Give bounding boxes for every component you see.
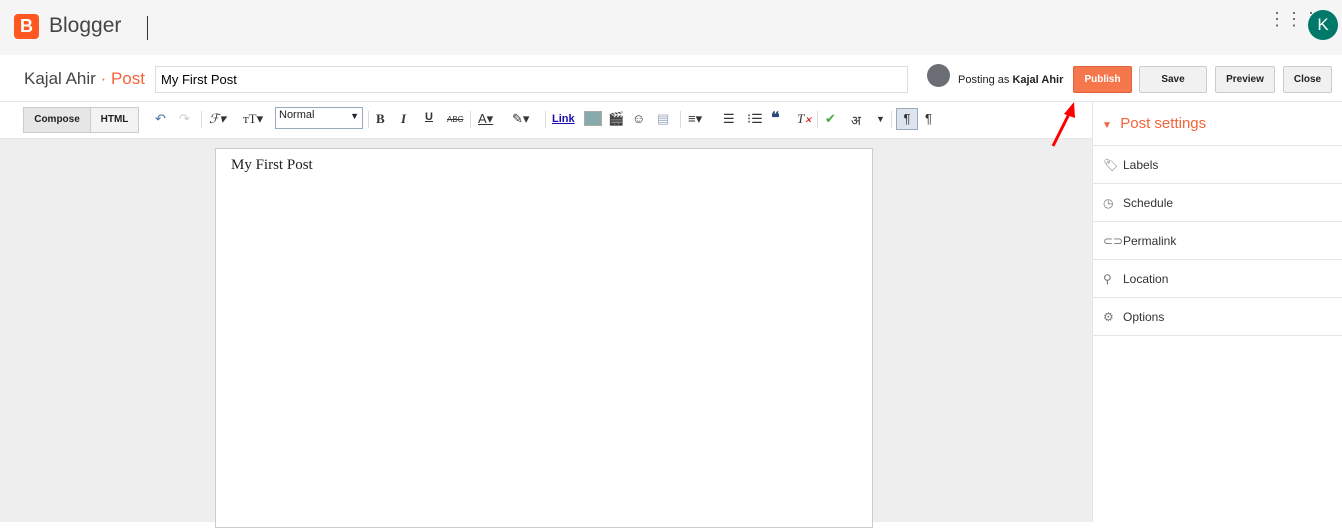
- quote-icon[interactable]: ❝: [771, 108, 780, 128]
- breadcrumb-separator: ·: [100, 69, 107, 88]
- ltr-icon[interactable]: ¶: [896, 108, 918, 130]
- format-value: Normal: [279, 109, 315, 121]
- sidebar-item-labels[interactable]: 🏷 Labels: [1093, 146, 1342, 184]
- blogger-logo-icon[interactable]: B: [14, 14, 39, 39]
- save-button[interactable]: Save: [1139, 66, 1207, 93]
- jump-break-icon[interactable]: ▤: [657, 111, 669, 127]
- section-label: Post: [110, 69, 145, 88]
- item-label: Schedule: [1123, 196, 1174, 210]
- numbered-list-icon[interactable]: ☰: [723, 111, 735, 127]
- html-tab[interactable]: HTML: [90, 107, 139, 133]
- chevron-down-icon: ▼: [350, 111, 359, 121]
- post-settings-title: Post settings: [1120, 115, 1207, 132]
- link-button[interactable]: Link: [552, 113, 575, 125]
- highlight-icon[interactable]: ✎▾: [512, 111, 529, 127]
- item-label: Options: [1123, 310, 1165, 324]
- divider: [817, 111, 818, 128]
- blog-name[interactable]: Kajal Ahir: [24, 69, 96, 88]
- strikethrough-icon[interactable]: ABC: [447, 115, 463, 124]
- apps-grid-icon[interactable]: ⋮⋮⋮: [1268, 10, 1320, 28]
- item-label: Permalink: [1123, 234, 1177, 248]
- redo-icon[interactable]: ↷: [179, 111, 190, 127]
- top-bar: B Blogger ⋮⋮⋮ K: [0, 0, 1342, 55]
- divider: [147, 16, 148, 40]
- posting-as-label: Posting as: [958, 74, 1010, 86]
- publish-button[interactable]: Publish: [1073, 66, 1132, 93]
- underline-icon[interactable]: U: [425, 111, 433, 123]
- bold-icon[interactable]: B: [376, 111, 385, 127]
- sidebar-item-schedule[interactable]: ◷ Schedule: [1093, 184, 1342, 222]
- font-family-icon[interactable]: ℱ▾: [209, 111, 226, 127]
- chevron-down-icon[interactable]: ▼: [876, 114, 885, 124]
- align-icon[interactable]: ≡▾: [688, 111, 702, 127]
- link-icon: ⊂⊃: [1103, 234, 1124, 248]
- brand-name[interactable]: Blogger: [49, 14, 121, 38]
- post-title-input[interactable]: [155, 66, 908, 93]
- sidebar-item-location[interactable]: ⚲ Location: [1093, 260, 1342, 298]
- sidebar-item-permalink[interactable]: ⊂⊃Permalink: [1093, 222, 1342, 260]
- compose-tab[interactable]: Compose: [23, 107, 91, 133]
- font-size-icon[interactable]: тT▾: [243, 111, 263, 127]
- spellcheck-icon[interactable]: ✔: [825, 111, 836, 127]
- divider: [680, 111, 681, 128]
- divider: [545, 111, 546, 128]
- posting-as: Posting as Kajal Ahir: [958, 74, 1063, 86]
- item-label: Location: [1123, 272, 1169, 286]
- divider: [201, 111, 202, 128]
- post-body-editor[interactable]: My First Post: [215, 148, 873, 528]
- editor-toolbar: Compose HTML ↶ ↷ ℱ▾ тT▾ Normal ▼ B I U AB…: [0, 102, 1092, 139]
- post-header: Kajal Ahir · Post Posting as Kajal Ahir …: [0, 55, 1342, 102]
- image-icon[interactable]: [584, 111, 602, 126]
- clock-icon: ◷: [1103, 196, 1114, 210]
- post-settings-sidebar: ▼ Post settings 🏷 Labels ◷ Schedule ⊂⊃Perm…: [1092, 102, 1342, 522]
- sidebar-item-options[interactable]: ⚙ Options: [1093, 298, 1342, 336]
- emoji-icon[interactable]: ☺: [632, 111, 645, 126]
- text-color-icon[interactable]: A▾: [478, 111, 493, 127]
- video-icon[interactable]: 🎬: [608, 111, 624, 127]
- italic-icon[interactable]: I: [401, 111, 406, 127]
- bulleted-list-icon[interactable]: ⁝☰: [747, 111, 763, 127]
- undo-icon[interactable]: ↶: [155, 111, 166, 127]
- close-button[interactable]: Close: [1283, 66, 1332, 93]
- divider: [891, 111, 892, 128]
- gear-icon: ⚙: [1103, 310, 1114, 324]
- preview-button[interactable]: Preview: [1215, 66, 1275, 93]
- red-arrow-annotation: [1051, 102, 1075, 147]
- format-select[interactable]: Normal ▼: [275, 107, 363, 129]
- user-avatar: [927, 64, 950, 87]
- post-settings-header[interactable]: ▼ Post settings: [1093, 102, 1342, 146]
- tag-icon: 🏷: [1103, 158, 1119, 172]
- breadcrumb: Kajal Ahir · Post: [24, 69, 145, 89]
- item-label: Labels: [1123, 158, 1159, 172]
- divider: [368, 111, 369, 128]
- remove-formatting-icon[interactable]: T✕: [797, 111, 812, 127]
- divider: [470, 111, 471, 128]
- caret-down-icon: ▼: [1102, 120, 1112, 131]
- account-avatar[interactable]: K: [1308, 10, 1338, 40]
- posting-as-user: Kajal Ahir: [1012, 74, 1064, 86]
- editor-area: My First Post: [0, 139, 1092, 528]
- pin-icon: ⚲: [1103, 272, 1112, 286]
- rtl-icon[interactable]: ¶: [925, 111, 932, 126]
- transliterate-button[interactable]: अ: [851, 111, 861, 129]
